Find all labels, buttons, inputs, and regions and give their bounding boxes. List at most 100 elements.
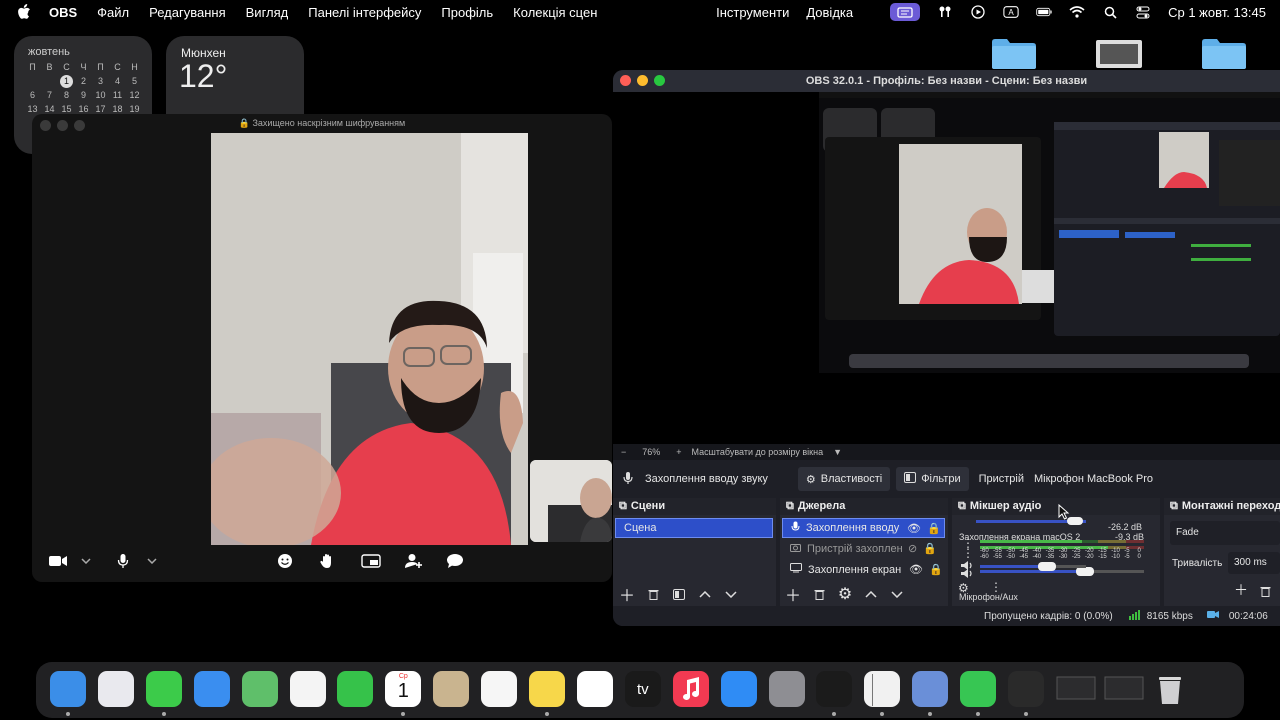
remove-transition-button[interactable] [1260, 584, 1271, 602]
emoji-icon[interactable] [271, 550, 299, 572]
camera-icon[interactable] [44, 550, 72, 572]
chrome-icon[interactable] [864, 671, 901, 707]
move-down-button[interactable] [884, 583, 910, 605]
source-item[interactable]: Захоплення вводу 👁 🔒 [782, 518, 945, 538]
scene-filters-button[interactable] [666, 583, 692, 605]
window-thumb-icon[interactable] [1104, 671, 1144, 707]
photos-icon[interactable] [289, 671, 326, 707]
chevron-down-icon[interactable]: ▼ [833, 447, 842, 457]
lock-icon[interactable]: 🔒 [927, 522, 941, 535]
fit-to-window-button[interactable]: Масштабувати до розміру вікна [692, 447, 824, 457]
launchpad-icon[interactable] [97, 671, 134, 707]
facetime-icon[interactable] [337, 671, 374, 707]
lock-icon[interactable]: 🔒 [923, 542, 937, 555]
visibility-eye-icon[interactable]: 👁 [907, 522, 921, 535]
menu-scene-collection[interactable]: Колекція сцен [513, 5, 597, 20]
screen-share-icon[interactable] [890, 3, 921, 21]
music-icon[interactable] [672, 671, 709, 707]
program-preview[interactable] [613, 92, 1280, 444]
window-thumb-icon[interactable] [1056, 671, 1096, 707]
menu-file[interactable]: Файл [97, 5, 129, 20]
message-icon[interactable] [441, 550, 469, 572]
screenshot-file-icon[interactable] [1096, 40, 1142, 68]
scene-item[interactable]: Сцена [615, 518, 773, 538]
chevron-down-icon[interactable] [72, 550, 100, 572]
calendar-icon[interactable]: Ср 1 [385, 671, 422, 707]
window-title-bar[interactable]: OBS 32.0.1 - Профіль: Без назви - Сцени:… [613, 70, 1280, 92]
minimize-button[interactable] [637, 75, 648, 86]
zoom-out-button[interactable]: − [621, 447, 626, 457]
chatgpt-icon[interactable] [816, 671, 853, 707]
menu-docks[interactable]: Панелі інтерфейсу [308, 5, 421, 20]
whatsapp-icon[interactable] [960, 671, 997, 707]
menu-tools[interactable]: Інструменти [716, 5, 789, 20]
menu-edit[interactable]: Редагування [149, 5, 226, 20]
properties-button[interactable]: ⚙ Властивості [797, 467, 891, 491]
zoom-button[interactable] [654, 75, 665, 86]
notes-icon[interactable] [529, 671, 565, 707]
wifi-icon[interactable] [1069, 5, 1085, 19]
channel-menu-icon[interactable]: ⋮ [962, 536, 974, 550]
zoom-in-button[interactable]: + [676, 447, 681, 457]
folder-icon[interactable] [990, 36, 1038, 70]
battery-icon[interactable] [1036, 5, 1052, 19]
microphone-icon[interactable] [109, 550, 137, 572]
contacts-icon[interactable] [433, 671, 470, 707]
move-down-button[interactable] [718, 583, 744, 605]
app-menu-obs[interactable]: OBS [49, 5, 77, 20]
source-item[interactable]: Пристрій захоплен ⊘ 🔒 [782, 538, 948, 559]
facetime-window[interactable]: 🔒 Захищено наскрізним шифруванням [32, 114, 612, 582]
settings-icon[interactable] [768, 671, 805, 707]
play-icon[interactable] [970, 5, 986, 19]
volume-fader-handle[interactable] [1038, 562, 1056, 571]
obs-window[interactable]: OBS 32.0.1 - Профіль: Без назви - Сцени:… [613, 70, 1280, 626]
device-select[interactable]: Мікрофон MacBook Pro [1034, 473, 1153, 485]
tv-icon[interactable]: tv [624, 671, 661, 707]
volume-fader-track[interactable] [980, 565, 1046, 568]
visibility-eye-icon[interactable]: 👁 [909, 563, 923, 576]
volume-fader-handle[interactable] [1076, 567, 1094, 576]
source-properties-button[interactable]: ⚙ [832, 583, 858, 605]
mail-icon[interactable] [193, 671, 230, 707]
menu-view[interactable]: Вигляд [246, 5, 289, 20]
mixer-menu-icon[interactable]: ⋮ [990, 580, 1002, 594]
add-scene-button[interactable]: ＋ [614, 583, 640, 605]
move-up-button[interactable] [858, 583, 884, 605]
messages-icon[interactable] [145, 671, 182, 707]
raise-hand-icon[interactable] [313, 550, 341, 572]
menu-clock[interactable]: Ср 1 жовт. 13:45 [1168, 5, 1266, 20]
search-icon[interactable] [1102, 5, 1118, 19]
chevron-down-icon[interactable] [138, 550, 166, 572]
self-view-video[interactable] [530, 460, 612, 542]
finder-icon[interactable] [50, 671, 86, 707]
obs-icon[interactable] [1008, 671, 1044, 707]
finder-alt-icon[interactable] [912, 671, 949, 707]
menu-help[interactable]: Довідка [806, 5, 853, 20]
add-transition-button[interactable]: ＋ [1234, 580, 1248, 600]
folder-icon[interactable] [1200, 36, 1248, 70]
add-person-icon[interactable] [400, 550, 428, 572]
freeform-icon[interactable] [576, 671, 613, 707]
transition-select[interactable]: Fade [1170, 521, 1280, 545]
visibility-hidden-icon[interactable]: ⊘ [908, 542, 917, 555]
move-up-button[interactable] [692, 583, 718, 605]
maps-icon[interactable] [241, 671, 278, 707]
menu-profile[interactable]: Профіль [441, 5, 493, 20]
reminders-icon[interactable] [481, 671, 518, 707]
filters-button[interactable]: Фільтри [896, 467, 969, 491]
remove-scene-button[interactable] [640, 583, 666, 605]
control-center-icon[interactable] [1135, 5, 1151, 19]
screen-share-icon[interactable] [357, 550, 385, 572]
close-button[interactable] [620, 75, 631, 86]
airpods-icon[interactable] [937, 5, 953, 19]
app-store-icon[interactable] [720, 671, 757, 707]
add-source-button[interactable]: ＋ [780, 583, 806, 605]
apple-icon[interactable] [17, 4, 31, 20]
source-item[interactable]: Захоплення екран 👁 🔒 [782, 559, 948, 580]
input-source-icon[interactable]: A [1003, 5, 1019, 19]
remove-source-button[interactable] [806, 583, 832, 605]
lock-icon[interactable]: 🔒 [929, 563, 943, 576]
mixer-settings-icon[interactable]: ⚙ [958, 581, 969, 595]
speaker-icon[interactable] [960, 558, 974, 576]
duration-input[interactable]: 300 ms [1228, 552, 1280, 574]
